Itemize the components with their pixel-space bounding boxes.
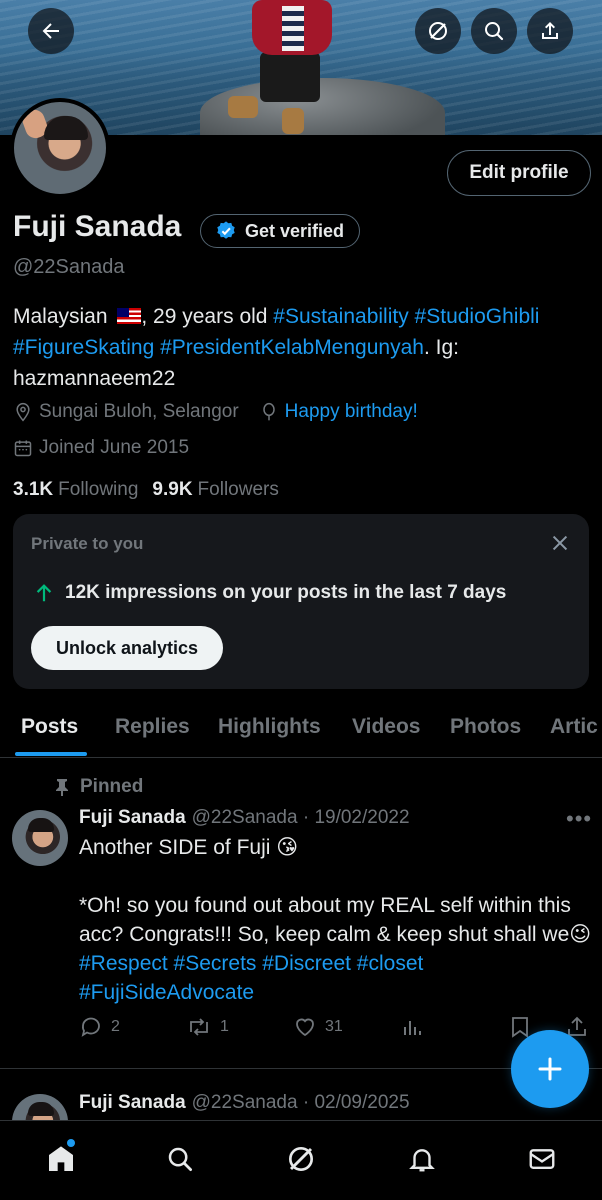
- back-button[interactable]: [28, 8, 74, 54]
- tab-replies[interactable]: Replies: [115, 715, 190, 739]
- location-pin-icon: [16, 402, 30, 422]
- malaysia-flag-icon: [117, 308, 142, 324]
- bio-age: , 29 years old: [141, 305, 274, 328]
- post-meta: @22Sanada · 19/02/2022: [191, 807, 410, 828]
- post-header: Fuji Sanada @22Sanada · 19/02/2022: [79, 807, 410, 829]
- pin-icon: [56, 779, 68, 796]
- calendar-icon: [14, 440, 32, 457]
- followers-link[interactable]: 9.9K Followers: [152, 479, 278, 501]
- grok-icon: [289, 1147, 313, 1171]
- post-line-1: Another SIDE of Fuji 😘: [79, 836, 299, 859]
- reply-button[interactable]: 2: [79, 1015, 120, 1039]
- active-tab-indicator: [15, 752, 87, 756]
- birthday-link[interactable]: Happy birthday!: [285, 401, 418, 423]
- close-card-button[interactable]: [549, 532, 571, 559]
- share-icon: [542, 22, 558, 39]
- bio-text: Malaysian: [13, 305, 108, 328]
- verified-badge-icon: [217, 221, 235, 239]
- joined-row: Joined June 2015: [13, 437, 189, 459]
- post-meta-2: @22Sanada · 02/09/2025: [191, 1092, 410, 1113]
- following-link[interactable]: 3.1K Following: [13, 479, 138, 501]
- post-author[interactable]: Fuji Sanada: [79, 807, 186, 828]
- arrow-left-icon: [42, 23, 59, 39]
- private-analytics-card: Private to you 12K impressions on your p…: [13, 514, 589, 689]
- share-profile-button[interactable]: [527, 8, 573, 54]
- home-icon: [49, 1146, 73, 1171]
- nav-search[interactable]: [160, 1139, 200, 1179]
- nav-home[interactable]: [41, 1139, 81, 1179]
- profile-tabs: Posts Replies Highlights Videos Photos A…: [0, 700, 602, 758]
- post-line-2: *Oh! so you found out about my REAL self…: [79, 894, 592, 946]
- profile-avatar[interactable]: [10, 98, 110, 198]
- post-text: Another SIDE of Fuji 😘 *Oh! so you found…: [79, 833, 594, 1007]
- followers-count: 9.9K: [152, 479, 193, 500]
- nav-grok[interactable]: [281, 1139, 321, 1179]
- profile-name: Fuji Sanada: [13, 210, 182, 243]
- reply-count: 2: [111, 1018, 120, 1035]
- notification-dot: [67, 1139, 75, 1147]
- impressions-row: 12K impressions on your posts in the las…: [33, 582, 506, 604]
- tab-articles[interactable]: Artic: [550, 715, 598, 739]
- search-icon: [168, 1147, 192, 1171]
- nav-notifications[interactable]: [402, 1139, 442, 1179]
- get-verified-label: Get verified: [245, 220, 345, 241]
- post-avatar[interactable]: [12, 810, 68, 866]
- post-hashtags[interactable]: #Respect #Secrets #Discreet #closet #Fuj…: [79, 952, 423, 1004]
- profile-bio: Malaysian , 29 years old #Sustainability…: [13, 301, 598, 394]
- bio-hashtags-1[interactable]: #Sustainability #StudioGhibli: [273, 305, 539, 328]
- follow-stats: 3.1K Following 9.9K Followers: [13, 479, 279, 501]
- repost-icon: [190, 1018, 208, 1036]
- grok-button[interactable]: [415, 8, 461, 54]
- profile-handle: @22Sanada: [13, 256, 125, 278]
- impressions-text: 12K impressions on your posts in the las…: [65, 582, 507, 603]
- banner-person: [228, 0, 332, 134]
- repost-button[interactable]: 1: [186, 1015, 229, 1039]
- nav-messages[interactable]: [522, 1139, 562, 1179]
- analytics-icon: [404, 1021, 421, 1035]
- edit-profile-button[interactable]: Edit profile: [447, 150, 591, 196]
- balloon-icon: [262, 402, 275, 421]
- heart-icon: [296, 1018, 314, 1037]
- post-more-button[interactable]: •••: [566, 806, 592, 832]
- tab-posts[interactable]: Posts: [21, 715, 78, 739]
- plus-icon: [538, 1057, 562, 1081]
- search-button[interactable]: [471, 8, 517, 54]
- profile-meta: Sungai Buloh, Selangor Happy birthday!: [13, 401, 418, 423]
- post-author-2[interactable]: Fuji Sanada: [79, 1092, 186, 1113]
- reply-icon: [81, 1017, 100, 1037]
- close-icon: [552, 535, 568, 551]
- joined-text: Joined June 2015: [39, 437, 190, 458]
- like-button[interactable]: 31: [293, 1015, 343, 1039]
- search-icon: [485, 22, 504, 41]
- bio-hashtags-2[interactable]: #FigureSkating #PresidentKelabMengunyah: [13, 336, 424, 359]
- like-count: 31: [325, 1018, 343, 1035]
- unlock-analytics-button[interactable]: Unlock analytics: [31, 626, 223, 670]
- tab-photos[interactable]: Photos: [450, 715, 521, 739]
- tab-highlights[interactable]: Highlights: [218, 715, 321, 739]
- mail-icon: [529, 1149, 555, 1169]
- bottom-navigation: [0, 1120, 602, 1200]
- compose-post-button[interactable]: [511, 1030, 589, 1108]
- location-text: Sungai Buloh, Selangor: [39, 401, 239, 422]
- following-count: 3.1K: [13, 479, 54, 500]
- post-header-2: Fuji Sanada @22Sanada · 02/09/2025: [79, 1092, 410, 1114]
- private-card-title: Private to you: [31, 534, 144, 553]
- arrow-up-icon: [36, 584, 52, 602]
- repost-count: 1: [220, 1018, 229, 1035]
- get-verified-button[interactable]: Get verified: [200, 214, 361, 248]
- bell-icon: [409, 1149, 435, 1172]
- pinned-label: Pinned: [54, 776, 143, 798]
- grok-icon: [429, 22, 447, 40]
- tab-videos[interactable]: Videos: [352, 715, 420, 739]
- pinned-text: Pinned: [80, 776, 144, 797]
- followers-label: Followers: [197, 479, 279, 500]
- views-button[interactable]: [400, 1015, 424, 1039]
- following-label: Following: [58, 479, 139, 500]
